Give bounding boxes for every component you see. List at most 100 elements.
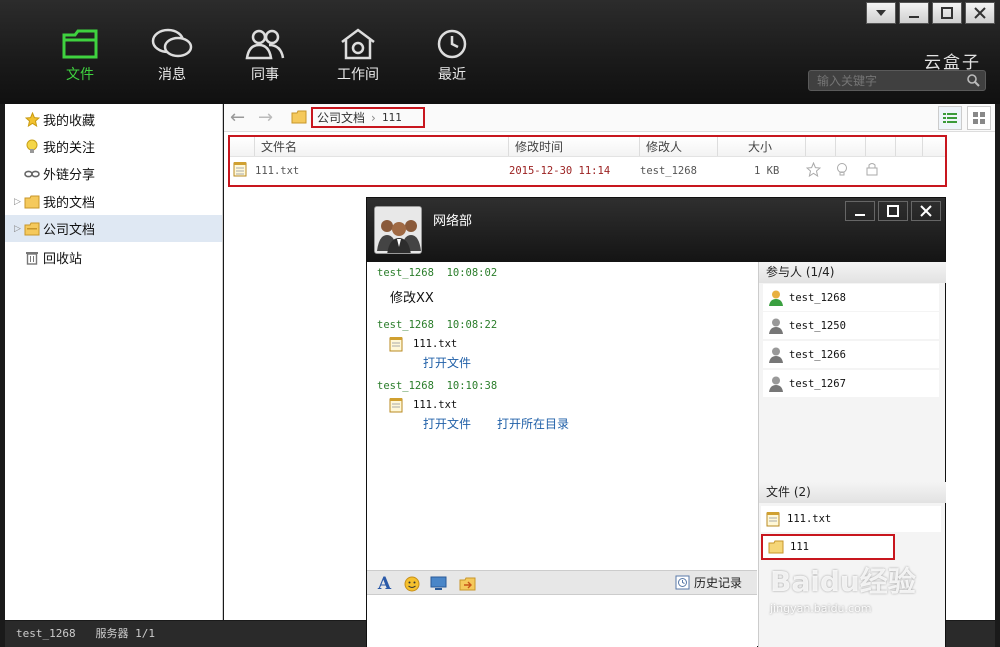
participant-item[interactable]: test_1267 [763, 370, 939, 397]
history-button[interactable]: 历史记录 [675, 574, 742, 591]
table-row[interactable]: 111.txt 2015-12-30 11:14 test_1268 1 KB [230, 157, 945, 184]
list-view-icon [943, 113, 957, 123]
message-sender: test_1268 [377, 267, 434, 279]
chat-close-button[interactable] [911, 201, 941, 221]
grid-view-button[interactable] [967, 106, 991, 130]
files-header: 文件 (2) [759, 482, 946, 503]
breadcrumb-bar: ← → 公司文档 › 111 [224, 104, 995, 132]
emoji-icon[interactable] [402, 574, 421, 593]
shared-file-name: 111.txt [787, 513, 832, 525]
back-arrow-icon[interactable]: ← [230, 107, 245, 128]
chat-maximize-button[interactable] [878, 201, 908, 221]
star-icon [24, 112, 40, 128]
folder-icon [62, 29, 98, 59]
message-meta: test_1268 10:08:02 [377, 267, 497, 279]
chat-header: 网络部 [367, 198, 945, 262]
maximize-button[interactable] [932, 2, 962, 24]
breadcrumb-separator: › [371, 110, 376, 125]
participant-name: test_1266 [789, 348, 846, 361]
nav-colleagues[interactable]: 同事 [230, 28, 300, 88]
minimize-button[interactable] [899, 2, 929, 24]
nav-files[interactable]: 文件 [45, 28, 115, 88]
list-view-button[interactable] [938, 106, 962, 130]
column-size[interactable]: 大小 [718, 137, 806, 156]
sidebar-item-following[interactable]: 我的关注 [5, 133, 222, 160]
message-time: 10:08:22 [446, 319, 498, 331]
people-icon [245, 29, 285, 60]
sidebar-item-favorites[interactable]: 我的收藏 [5, 106, 222, 133]
search-icon[interactable] [967, 74, 980, 87]
participants-header: 参与人 (1/4) [759, 262, 946, 283]
screenshot-icon[interactable] [429, 574, 448, 593]
column-modified[interactable]: 修改时间 [509, 137, 640, 156]
column-name[interactable]: 文件名 [255, 137, 509, 156]
font-icon[interactable]: A [375, 574, 394, 594]
participant-name: test_1267 [789, 377, 846, 390]
status-user: test_1268 [16, 627, 76, 640]
minimize-icon [909, 16, 919, 18]
user-offline-icon [769, 347, 783, 363]
clock-icon [437, 29, 467, 59]
maximize-icon [941, 7, 953, 19]
user-offline-icon [769, 376, 783, 392]
message-file-name: 111.txt [413, 338, 458, 350]
user-offline-icon [769, 318, 783, 334]
lightbulb-icon [24, 139, 40, 155]
close-button[interactable] [965, 2, 995, 24]
chevron-down-icon [876, 10, 886, 16]
sidebar-item-company-docs[interactable]: ▷ 公司文档 [5, 215, 222, 242]
nav-recent-label: 最近 [438, 67, 466, 83]
status-server-count: 1/1 [135, 627, 155, 640]
shared-folder-item[interactable]: 111 [761, 534, 895, 560]
open-folder-link[interactable]: 打开所在目录 [497, 415, 569, 432]
menu-button[interactable] [866, 2, 896, 24]
message-file[interactable]: 111.txt [389, 336, 457, 352]
lock-icon[interactable] [866, 162, 896, 179]
expand-arrow-icon[interactable]: ▷ [14, 197, 24, 207]
table-header: 文件名 修改时间 修改人 大小 [230, 137, 945, 157]
sidebar-item-recycle-bin[interactable]: 回收站 [5, 244, 222, 271]
user-online-icon [769, 290, 783, 306]
file-size: 1 KB [754, 164, 780, 177]
send-file-icon[interactable] [458, 574, 477, 593]
shared-folder-name: 111 [790, 541, 809, 553]
chat-minimize-button[interactable] [845, 201, 875, 221]
file-table: 文件名 修改时间 修改人 大小 111.txt 2015-12-30 11:14… [228, 135, 947, 187]
search-input[interactable] [809, 71, 959, 90]
sidebar-item-shared-links[interactable]: 外链分享 [5, 160, 222, 187]
message-sender: test_1268 [377, 319, 434, 331]
column-modifier[interactable]: 修改人 [640, 137, 718, 156]
shared-file-item[interactable]: 111.txt [761, 506, 941, 532]
sidebar-item-my-docs[interactable]: ▷ 我的文档 [5, 188, 222, 215]
file-name[interactable]: 111.txt [255, 165, 509, 177]
follow-lightbulb-icon[interactable] [836, 162, 866, 180]
expand-arrow-icon[interactable]: ▷ [14, 224, 24, 234]
forward-arrow-icon[interactable]: → [258, 107, 273, 128]
top-toolbar: 文件 消息 同事 工作间 最近 云盒子 [0, 0, 1000, 104]
chat-title: 网络部 [433, 214, 473, 229]
open-file-link[interactable]: 打开文件 [423, 354, 471, 371]
breadcrumb-root[interactable]: 公司文档 [317, 109, 365, 126]
nav-recent[interactable]: 最近 [417, 28, 487, 88]
participant-item[interactable]: test_1250 [763, 312, 939, 339]
message-text: 修改XX [390, 291, 434, 306]
maximize-icon [887, 205, 899, 217]
favorite-star-icon[interactable] [805, 161, 836, 180]
message-history: test_1268 10:08:02 修改XX test_1268 10:08:… [367, 262, 757, 568]
file-modified: 2015-12-30 11:14 [509, 164, 611, 177]
participant-item[interactable]: test_1266 [763, 341, 939, 368]
participant-item[interactable]: test_1268 [763, 284, 939, 311]
nav-workspace-label: 工作间 [337, 67, 379, 83]
breadcrumb-current[interactable]: 111 [382, 111, 402, 124]
grid-view-icon [973, 112, 985, 124]
text-file-icon [766, 512, 780, 527]
nav-messages[interactable]: 消息 [137, 28, 207, 88]
message-meta: test_1268 10:10:38 [377, 380, 497, 392]
open-file-link[interactable]: 打开文件 [423, 415, 471, 432]
nav-workspace[interactable]: 工作间 [323, 28, 393, 88]
compose-toolbar: A 历史记录 [367, 570, 757, 595]
message-file[interactable]: 111.txt [389, 397, 457, 413]
message-input[interactable] [367, 596, 757, 647]
trash-icon [24, 250, 40, 266]
status-server-label: 服务器 [95, 627, 129, 640]
